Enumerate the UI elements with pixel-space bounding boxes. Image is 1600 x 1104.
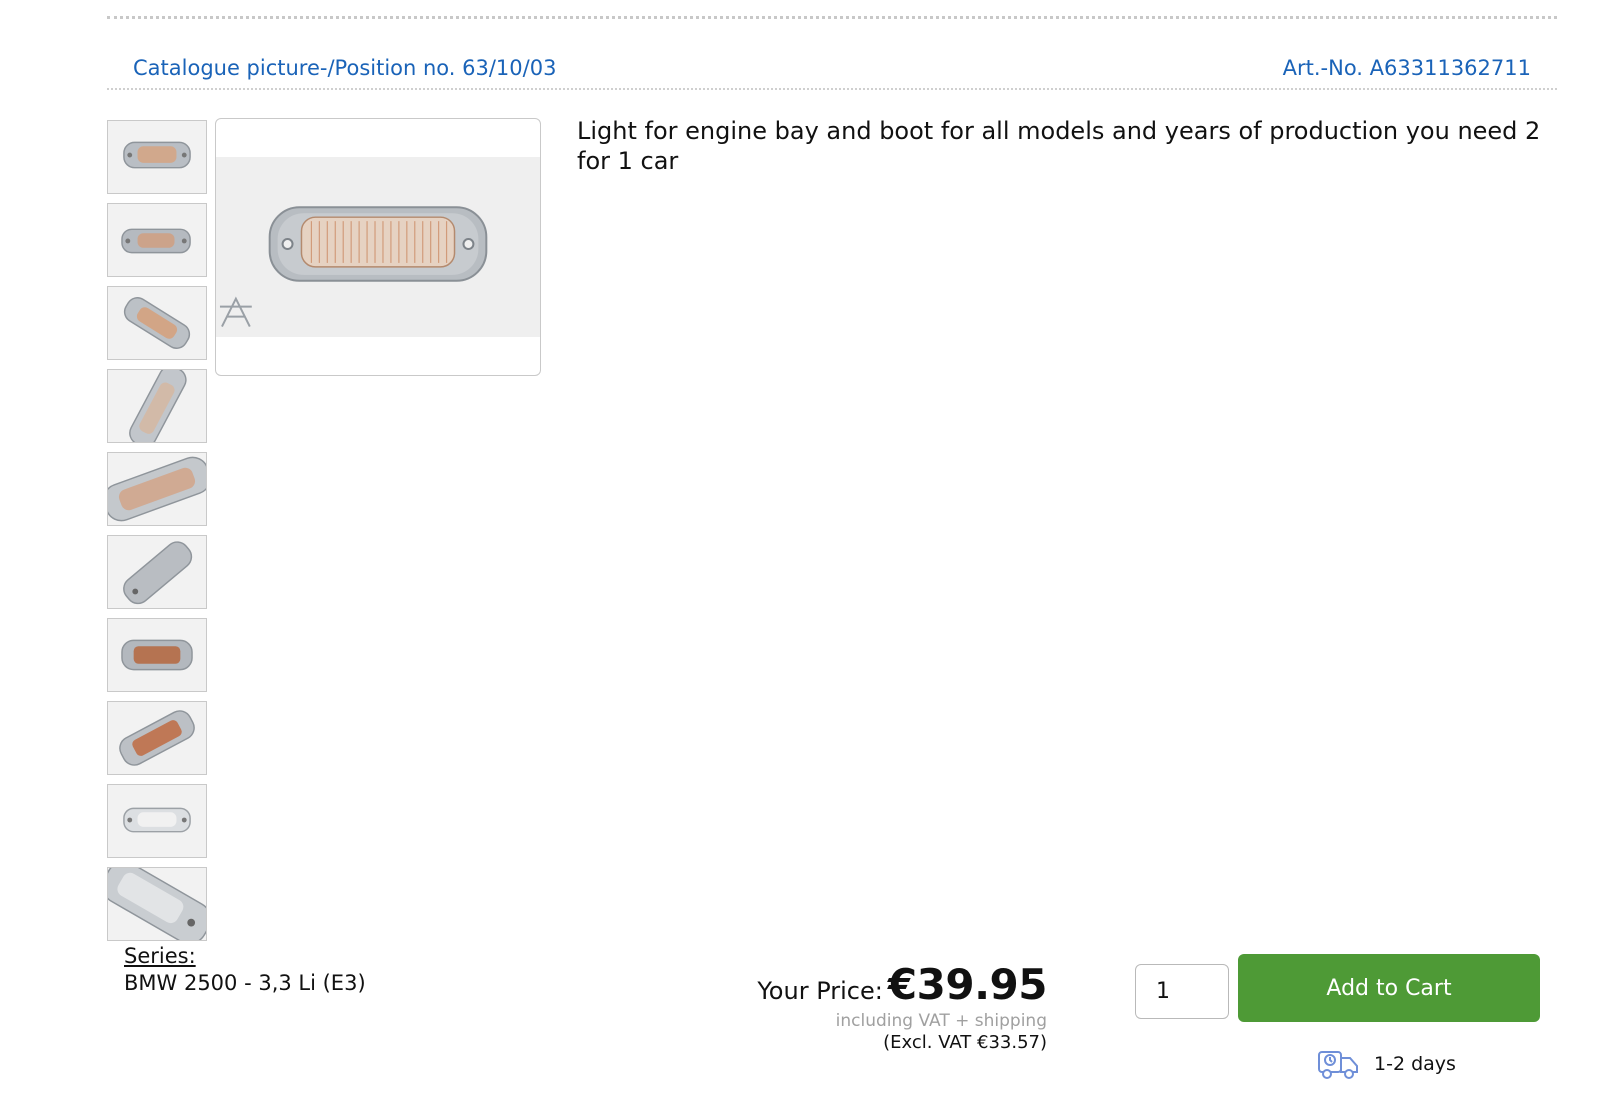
series-info: Series: BMW 2500 - 3,3 Li (E3)	[124, 943, 366, 997]
product-description: Light for engine bay and boot for all mo…	[577, 117, 1541, 175]
thumbnail-9[interactable]	[107, 784, 207, 858]
thumbnail-5[interactable]	[107, 452, 207, 526]
thumbnail-3[interactable]	[107, 286, 207, 360]
thumbnail-1[interactable]	[107, 120, 207, 194]
series-label: Series:	[124, 944, 196, 968]
delivery-time: 1-2 days	[1374, 1053, 1456, 1075]
price-label: Your Price:	[757, 977, 883, 1005]
main-product-image[interactable]	[215, 118, 541, 376]
catalogue-position-link[interactable]: Catalogue picture-/Position no. 63/10/03	[133, 56, 556, 80]
product-header: Catalogue picture-/Position no. 63/10/03…	[107, 52, 1557, 90]
thumbnail-4[interactable]	[107, 369, 207, 443]
add-to-cart-button[interactable]: Add to Cart	[1238, 954, 1540, 1022]
thumbnail-7[interactable]	[107, 618, 207, 692]
engine-bay-light-image	[219, 206, 488, 327]
delivery-info: 1-2 days	[1316, 1046, 1456, 1082]
price-value: €39.95	[887, 960, 1048, 1009]
thumbnail-2[interactable]	[107, 203, 207, 277]
article-number: Art.-No. A63311362711	[1282, 56, 1531, 80]
top-divider	[107, 16, 1557, 19]
thumbnail-8[interactable]	[107, 701, 207, 775]
vat-note: including VAT + shipping	[835, 1011, 1047, 1031]
thumbnail-gallery	[107, 120, 207, 950]
quantity-input[interactable]	[1135, 964, 1229, 1019]
delivery-truck-icon	[1318, 1051, 1358, 1079]
series-value: BMW 2500 - 3,3 Li (E3)	[124, 971, 366, 995]
thumbnail-6[interactable]	[107, 535, 207, 609]
price-block: Your Price: €39.95 including VAT + shipp…	[700, 960, 1047, 1053]
excl-vat-price: (Excl. VAT €33.57)	[883, 1032, 1047, 1053]
thumbnail-10[interactable]	[107, 867, 207, 941]
